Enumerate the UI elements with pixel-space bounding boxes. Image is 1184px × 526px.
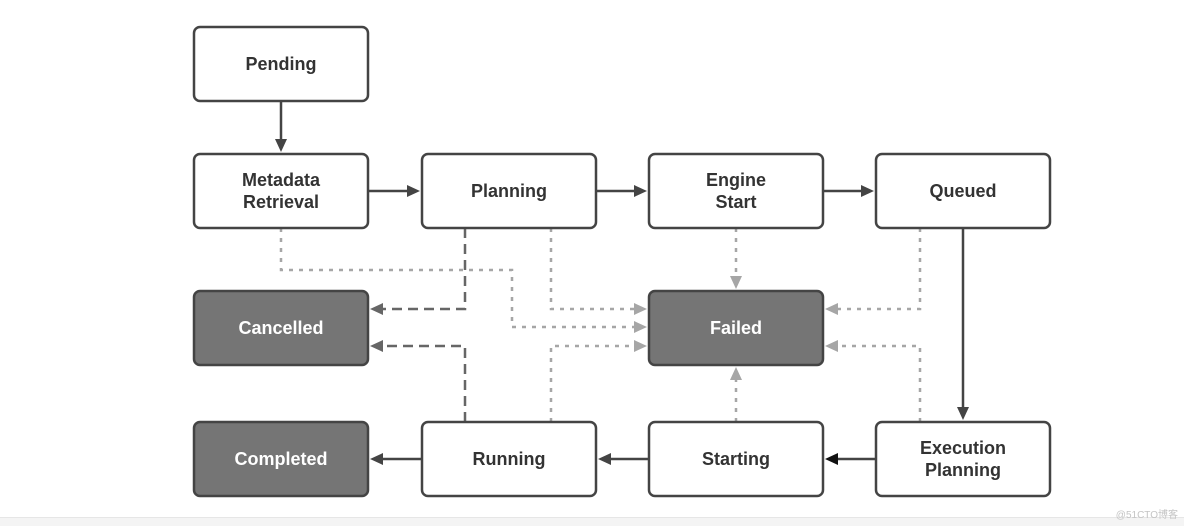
arrowhead-planning-to-engine — [634, 185, 647, 197]
node-execplan: ExecutionPlanning — [874, 420, 1052, 498]
node-planning: Planning — [420, 152, 598, 230]
arrowhead-metadata-to-planning — [407, 185, 420, 197]
node-label: Start — [715, 192, 756, 212]
node-pending: Pending — [192, 25, 370, 103]
node-running: Running — [420, 420, 598, 498]
node-completed: Completed — [192, 420, 370, 498]
arrowhead-execplan-to-failed — [825, 340, 838, 352]
node-label: Planning — [471, 181, 547, 201]
node-label: Pending — [246, 54, 317, 74]
arrowhead-planning-to-cancelled — [370, 303, 383, 315]
arrowhead-engine-to-queued — [861, 185, 874, 197]
arrowhead-execplan-to-starting — [825, 453, 838, 465]
node-label: Retrieval — [243, 192, 319, 212]
arrowhead-engine-to-failed — [730, 276, 742, 289]
arrowhead-running-to-completed — [370, 453, 383, 465]
node-label: Planning — [925, 460, 1001, 480]
node-engine: EngineStart — [647, 152, 825, 230]
node-cancelled: Cancelled — [192, 289, 370, 367]
watermark: @51CTO博客 — [1115, 510, 1178, 521]
node-label: Starting — [702, 449, 770, 469]
edge-planning-to-failed — [549, 228, 634, 311]
arrowhead-planning-to-failed — [634, 303, 647, 315]
node-starting: Starting — [647, 420, 825, 498]
node-failed: Failed — [647, 289, 825, 367]
arrowhead-starting-to-running — [598, 453, 611, 465]
node-label: Execution — [920, 438, 1006, 458]
edge-planning-to-cancelled — [383, 228, 467, 311]
edge-running-to-cancelled — [383, 344, 467, 422]
node-label: Running — [473, 449, 546, 469]
edge-queued-to-failed — [838, 228, 922, 311]
node-label: Metadata — [242, 170, 321, 190]
arrowhead-running-to-failed — [634, 340, 647, 352]
edge-execplan-to-failed — [838, 344, 922, 422]
node-label: Cancelled — [238, 318, 323, 338]
arrowhead-queued-to-failed — [825, 303, 838, 315]
node-label: Failed — [710, 318, 762, 338]
state-diagram: PendingMetadataRetrievalPlanningEngineSt… — [192, 25, 1052, 498]
arrowhead-pending-to-metadata — [275, 139, 287, 152]
node-metadata: MetadataRetrieval — [192, 152, 370, 230]
edge-running-to-failed — [549, 344, 634, 422]
arrowhead-running-to-cancelled — [370, 340, 383, 352]
arrowhead-queued-to-execplan — [957, 407, 969, 420]
node-label: Engine — [706, 170, 766, 190]
node-queued: Queued — [874, 152, 1052, 230]
arrowhead-metadata-to-failed — [634, 321, 647, 333]
node-label: Queued — [929, 181, 996, 201]
node-label: Completed — [234, 449, 327, 469]
arrowhead-starting-to-failed — [730, 367, 742, 380]
